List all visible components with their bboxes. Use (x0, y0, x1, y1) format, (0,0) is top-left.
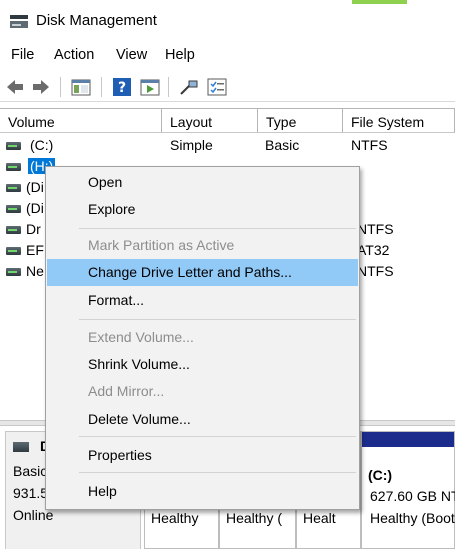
disk-type: Basic (13, 463, 48, 479)
volume-name: Dr (26, 221, 41, 237)
menu-item-open[interactable]: Open (47, 169, 358, 196)
back-arrow-icon[interactable] (4, 76, 26, 98)
volume-name: EF (26, 242, 44, 258)
toolbar-separator (60, 77, 61, 97)
menu-item-change-drive-letter[interactable]: Change Drive Letter and Paths... (47, 259, 358, 286)
partition-size: 627.60 GB NTFS (370, 488, 455, 504)
partition-band (362, 432, 454, 447)
drive-icon (6, 247, 21, 255)
menu-action[interactable]: Action (54, 47, 94, 63)
menu-item-help[interactable]: Help (47, 478, 358, 505)
forward-arrow-icon[interactable] (30, 76, 52, 98)
drive-icon (6, 226, 21, 234)
menu-item-explore[interactable]: Explore (47, 196, 358, 223)
menu-item-properties[interactable]: Properties (47, 442, 358, 469)
drive-icon (6, 184, 21, 192)
column-header-layout[interactable]: Layout (162, 109, 258, 133)
menu-item-extend-volume: Extend Volume... (88, 329, 194, 345)
console-tree-icon[interactable] (70, 76, 92, 98)
menu-item-shrink-volume[interactable]: Shrink Volume... (47, 351, 358, 378)
context-menu: Open Explore Mark Partition as Active Ch… (45, 166, 360, 510)
volume-file-system: NTFS (357, 263, 394, 279)
volume-type: Basic (265, 137, 300, 153)
drive-icon (6, 163, 21, 171)
menu-item-format[interactable]: Format... (47, 287, 358, 314)
toolbar-separator (168, 77, 169, 97)
partition-status: Healthy (Boot, (370, 510, 455, 526)
volume-name: (Di (26, 179, 44, 195)
volume-name: Ne (26, 263, 44, 279)
help-icon[interactable]: ? (111, 76, 133, 98)
menu-item-add-mirror: Add Mirror... (88, 383, 165, 399)
volume-file-system: AT32 (357, 242, 390, 258)
disk-icon (13, 442, 29, 452)
column-header-file-system[interactable]: File System (343, 109, 455, 133)
table-row[interactable]: (C:) Simple Basic NTFS (0, 136, 455, 157)
menu-help[interactable]: Help (165, 47, 195, 63)
partition-block-c[interactable]: (C:) 627.60 GB NTFS Healthy (Boot, (361, 431, 455, 549)
menu-view[interactable]: View (116, 47, 147, 63)
toolbar-separator (101, 77, 102, 97)
menu-item-mark-partition-active: Mark Partition as Active (88, 237, 235, 253)
disk-management-icon (10, 15, 28, 28)
volume-layout: Simple (170, 137, 213, 153)
column-header-volume[interactable]: Volume (0, 109, 162, 133)
menu-separator (79, 228, 356, 229)
volume-name: (C:) (30, 137, 54, 153)
background-window-edge (352, 0, 407, 4)
window-title: Disk Management (36, 12, 157, 29)
menu-separator (79, 436, 356, 437)
partition-status: Healthy ( (226, 510, 283, 526)
partition-status: Healt (303, 510, 336, 526)
toolbar: ? (0, 72, 455, 102)
partition-label: (C:) (368, 467, 393, 483)
menu-file[interactable]: File (11, 47, 34, 63)
volume-file-system: NTFS (351, 137, 388, 153)
volume-file-system: NTFS (357, 221, 394, 237)
svg-text:?: ? (118, 80, 126, 96)
partition-status: Healthy (151, 510, 199, 526)
menu-bar: File Action View Help (0, 44, 455, 68)
drive-icon (6, 268, 21, 276)
column-header-type[interactable]: Type (258, 109, 343, 133)
drive-icon (6, 205, 21, 213)
connect-icon[interactable] (178, 76, 200, 98)
title-bar: Disk Management (0, 0, 455, 40)
volume-name: (Di (26, 200, 44, 216)
disk-size: 931.5 (13, 485, 49, 501)
menu-item-delete-volume[interactable]: Delete Volume... (47, 406, 358, 433)
properties-icon[interactable] (206, 76, 228, 98)
menu-separator (79, 472, 356, 473)
menu-separator (79, 319, 356, 320)
drive-icon (6, 142, 21, 150)
action-pane-icon[interactable] (139, 76, 161, 98)
